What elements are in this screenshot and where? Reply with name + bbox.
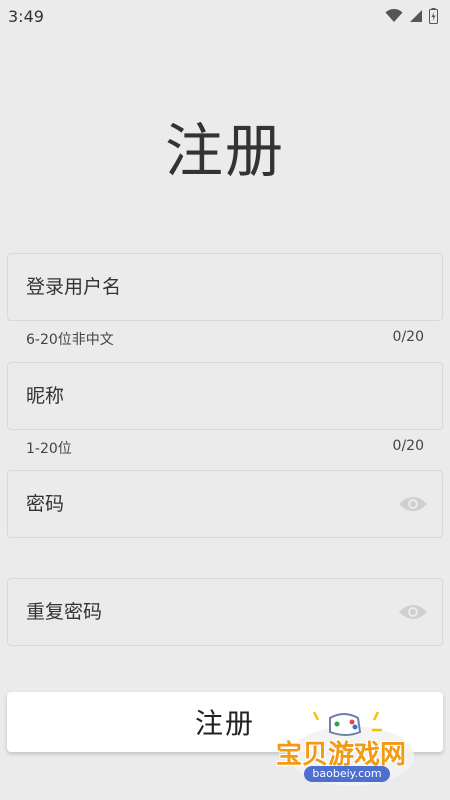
cellular-signal-icon bbox=[410, 10, 422, 22]
eye-icon[interactable] bbox=[398, 602, 428, 622]
username-field[interactable] bbox=[7, 253, 443, 321]
register-screen: 3:49 注册 6-20位非中文 0/20 1-20位 0/20 bbox=[0, 0, 450, 800]
status-time: 3:49 bbox=[8, 6, 44, 26]
battery-icon bbox=[429, 8, 438, 24]
nickname-hint: 1-20位 bbox=[26, 441, 72, 457]
repeat-password-field[interactable] bbox=[7, 578, 443, 646]
username-helper: 6-20位非中文 0/20 bbox=[26, 329, 424, 349]
nickname-helper: 1-20位 0/20 bbox=[26, 438, 424, 458]
wifi-icon bbox=[385, 9, 403, 22]
username-hint: 6-20位非中文 bbox=[26, 332, 114, 348]
page-title: 注册 bbox=[164, 117, 285, 185]
watermark-url: baobeiy.com bbox=[304, 766, 390, 782]
nickname-field[interactable] bbox=[7, 362, 443, 430]
password-input[interactable] bbox=[26, 493, 386, 515]
status-bar: 3:49 bbox=[0, 0, 450, 32]
username-counter: 0/20 bbox=[392, 329, 424, 345]
password-field[interactable] bbox=[7, 470, 443, 538]
username-input[interactable] bbox=[26, 276, 386, 298]
status-icons bbox=[385, 8, 438, 24]
nickname-counter: 0/20 bbox=[392, 438, 424, 454]
repeat-password-input[interactable] bbox=[26, 601, 386, 623]
register-button[interactable]: 注册 bbox=[7, 692, 443, 752]
nickname-input[interactable] bbox=[26, 385, 386, 407]
eye-icon[interactable] bbox=[398, 494, 428, 514]
